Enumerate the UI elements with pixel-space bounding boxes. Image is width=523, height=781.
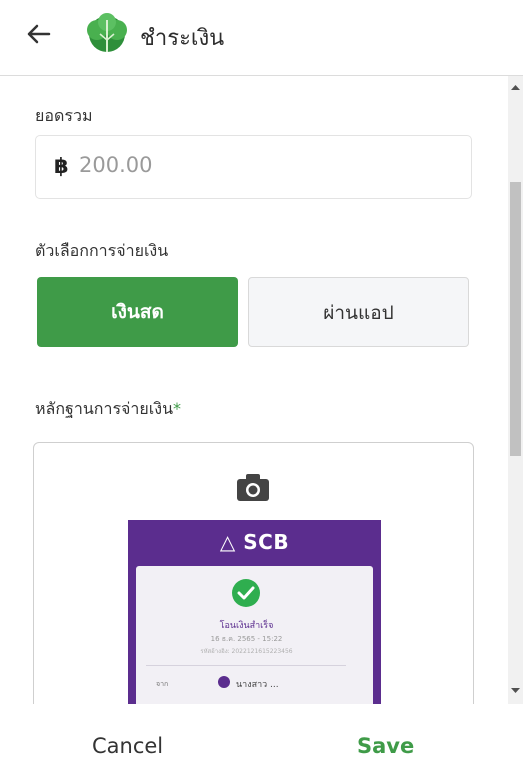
scroll-down-arrow-icon[interactable] (508, 682, 523, 698)
leaf-logo-icon (87, 13, 127, 52)
slip-divider (146, 665, 346, 666)
slip-card: โอนเงินสำเร็จ 16 ธ.ค. 2565 - 15:22 รหัสอ… (136, 566, 373, 704)
slip-bank-logo: △ SCB (219, 530, 290, 554)
slip-reference-text: รหัสอ้างอิง: 2022121615223456 (200, 648, 293, 655)
required-asterisk: * (173, 399, 182, 418)
scrollbar-thumb[interactable] (510, 182, 521, 456)
total-label: ยอดรวม (35, 106, 93, 125)
slip-from-label: จาก (156, 680, 169, 688)
slip-sender-name: นางสาว ... (236, 680, 279, 690)
scroll-up-arrow-icon[interactable] (508, 80, 523, 96)
total-amount-value: 200.00 (79, 153, 153, 177)
bank-logo-icon (218, 676, 230, 688)
payment-options-label: ตัวเลือกการจ่ายเงิน (35, 241, 169, 260)
payment-proof-label: หลักฐานการจ่ายเงิน* (35, 397, 181, 422)
dialog-footer: Cancel Save (0, 704, 523, 781)
baht-symbol: ฿ (54, 154, 69, 178)
payment-proof-text: หลักฐานการจ่ายเงิน (35, 399, 174, 418)
camera-icon[interactable] (234, 471, 272, 505)
payment-form: ยอดรวม ฿ 200.00 ตัวเลือกการจ่ายเงิน เงิน… (0, 76, 508, 704)
total-amount-field[interactable]: ฿ 200.00 (35, 135, 472, 199)
pay-via-app-button[interactable]: ผ่านแอป (248, 277, 469, 347)
top-app-bar: ชำระเงิน (0, 0, 523, 76)
page-title: ชำระเงิน (140, 26, 225, 51)
save-button[interactable]: Save (357, 734, 414, 758)
pay-cash-button[interactable]: เงินสด (37, 277, 238, 347)
cancel-button[interactable]: Cancel (92, 734, 163, 758)
vertical-scrollbar[interactable] (508, 76, 523, 704)
slip-status-text: โอนเงินสำเร็จ (219, 621, 274, 631)
back-arrow-icon[interactable] (22, 18, 54, 50)
success-check-icon (232, 579, 260, 607)
payment-slip-image: △ SCB โอนเงินสำเร็จ 16 ธ.ค. 2565 - 15:22… (128, 520, 381, 704)
payment-proof-upload[interactable]: △ SCB โอนเงินสำเร็จ 16 ธ.ค. 2565 - 15:22… (33, 442, 474, 704)
slip-date-text: 16 ธ.ค. 2565 - 15:22 (210, 635, 283, 643)
